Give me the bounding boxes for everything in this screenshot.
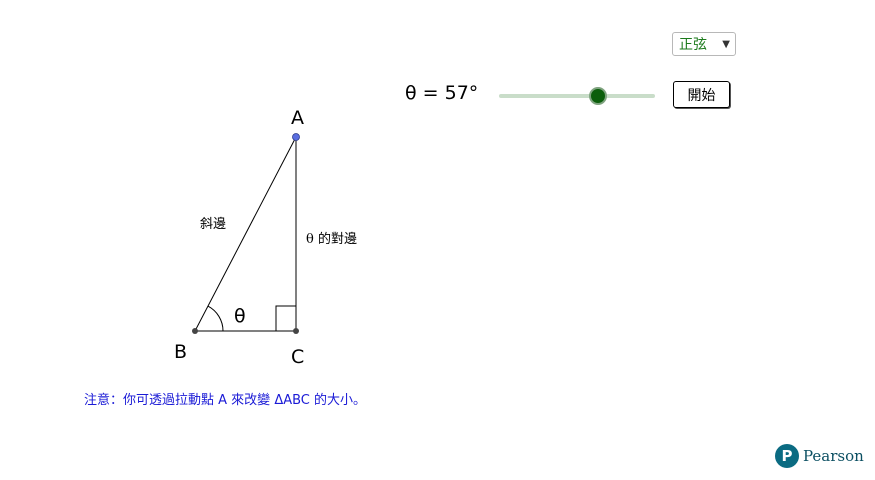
slider-knob[interactable] <box>588 87 607 105</box>
vertex-label-b: B <box>174 341 187 363</box>
pearson-logo: P Pearson <box>775 444 864 468</box>
slider-track <box>499 94 655 98</box>
instruction-note: 注意：你可透過拉動點 A 來改變 ΔABC 的大小。 <box>84 389 366 408</box>
chevron-down-icon: ▼ <box>722 38 730 50</box>
triangle-diagram: A B C 斜邊 θ 的對邊 θ <box>174 107 357 368</box>
angle-arc <box>207 305 224 332</box>
note-prefix: 注意：你可透過拉動點 <box>84 393 219 408</box>
note-triangle: ΔABC <box>274 393 310 408</box>
note-suffix: 的大小。 <box>309 393 367 408</box>
note-middle: 來改變 <box>227 393 275 408</box>
note-point: A <box>218 393 228 408</box>
trig-function-value: 正弦 <box>679 37 707 53</box>
right-angle-marker <box>275 305 296 331</box>
point-a[interactable] <box>292 133 300 141</box>
point-b <box>192 328 198 334</box>
angle-theta-label: θ <box>234 305 246 327</box>
point-c <box>293 328 299 334</box>
hypotenuse-label: 斜邊 <box>200 217 226 232</box>
hypotenuse-segment <box>194 136 297 332</box>
vertex-label-c: C <box>291 346 304 368</box>
theta-slider[interactable] <box>499 86 655 106</box>
applet-stage: A B C 斜邊 θ 的對邊 θ 正弦 ▼ θ = 57° 開始 注意：你可透過… <box>0 0 875 480</box>
start-button[interactable]: 開始 <box>673 81 730 108</box>
theta-value-readout: θ = 57° <box>405 82 479 104</box>
trig-function-select[interactable]: 正弦 ▼ <box>672 32 736 56</box>
pearson-logo-icon: P <box>775 444 799 468</box>
opposite-side-label: θ 的對邊 <box>306 231 357 247</box>
vertex-label-a: A <box>291 107 304 129</box>
pearson-logo-text: Pearson <box>803 447 864 465</box>
